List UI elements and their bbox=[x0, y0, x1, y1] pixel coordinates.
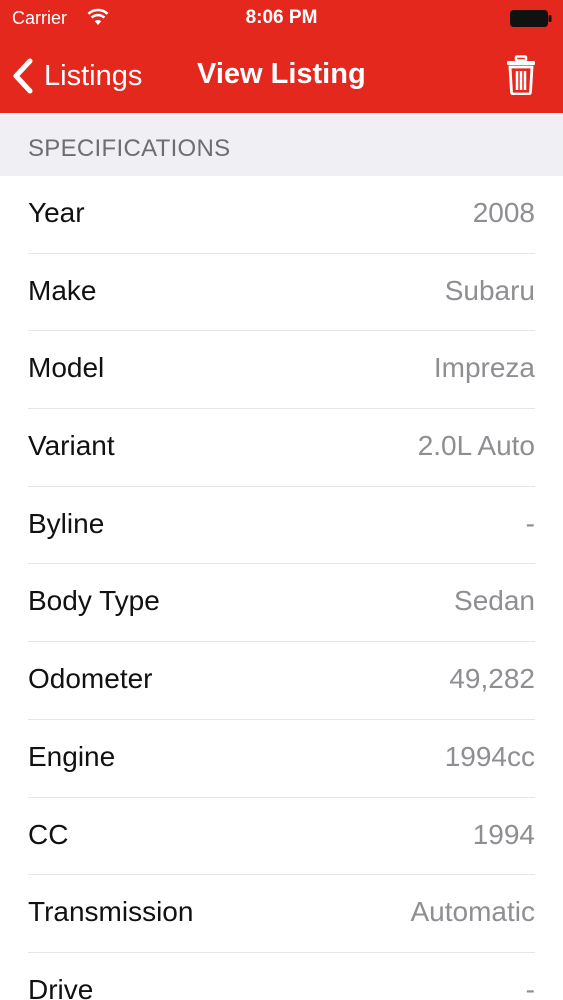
spec-label: Body Type bbox=[28, 585, 160, 617]
spec-label: Engine bbox=[28, 740, 116, 772]
back-button-label: Listings bbox=[44, 59, 143, 92]
spec-value: 2008 bbox=[472, 197, 535, 228]
spec-row-variant: Variant 2.0L Auto bbox=[0, 409, 563, 487]
specifications-section-header: SPECIFICATIONS bbox=[0, 113, 563, 176]
spec-value: Sedan bbox=[454, 585, 535, 617]
spec-value: Impreza bbox=[433, 352, 535, 384]
spec-label: Transmission bbox=[28, 896, 194, 928]
spec-value: 49,282 bbox=[449, 663, 535, 695]
status-bar: Carrier 8:06 PM bbox=[0, 0, 563, 38]
nav-bar: Listings View Listing bbox=[0, 38, 563, 113]
spec-row-drive: Drive - bbox=[0, 952, 563, 1000]
spec-row-model: Model Impreza bbox=[0, 331, 563, 410]
spec-label: Byline bbox=[28, 507, 105, 539]
spec-label: Variant bbox=[28, 430, 115, 462]
spec-value: Subaru bbox=[444, 274, 535, 306]
spec-row-body-type: Body Type Sedan bbox=[0, 564, 563, 643]
spec-row-cc: CC 1994 bbox=[0, 797, 563, 876]
back-button[interactable]: Listings bbox=[12, 56, 142, 96]
spec-value: - bbox=[525, 507, 535, 539]
spec-value: - bbox=[525, 973, 535, 1000]
specifications-list: Year 2008 Make Subaru Model Impreza Vari… bbox=[0, 176, 563, 1000]
battery-icon bbox=[510, 10, 552, 27]
spec-row-year: Year 2008 bbox=[0, 176, 563, 254]
trash-icon[interactable] bbox=[505, 55, 537, 95]
spec-label: Odometer bbox=[28, 663, 153, 695]
spec-label: Year bbox=[28, 197, 85, 228]
spec-label: Drive bbox=[28, 973, 94, 1000]
spec-row-transmission: Transmission Automatic bbox=[0, 875, 563, 953]
spec-value: Automatic bbox=[410, 896, 536, 928]
spec-value: 1994cc bbox=[444, 740, 535, 772]
spec-row-byline: Byline - bbox=[0, 486, 563, 565]
spec-label: Make bbox=[28, 274, 97, 306]
spec-value: 2.0L Auto bbox=[417, 430, 535, 462]
spec-row-make: Make Subaru bbox=[0, 253, 563, 332]
spec-label: CC bbox=[28, 818, 69, 850]
spec-row-engine: Engine 1994cc bbox=[0, 719, 563, 798]
page-title: View Listing bbox=[197, 58, 366, 90]
chevron-left-icon bbox=[13, 58, 33, 94]
section-title: SPECIFICATIONS bbox=[28, 135, 231, 162]
navigation-header: Carrier 8:06 PM Listings View Listing bbox=[0, 0, 563, 113]
spec-row-odometer: Odometer 49,282 bbox=[0, 642, 563, 720]
spec-label: Model bbox=[28, 352, 105, 384]
clock-time: 8:06 PM bbox=[245, 7, 318, 28]
spec-value: 1994 bbox=[472, 818, 535, 850]
